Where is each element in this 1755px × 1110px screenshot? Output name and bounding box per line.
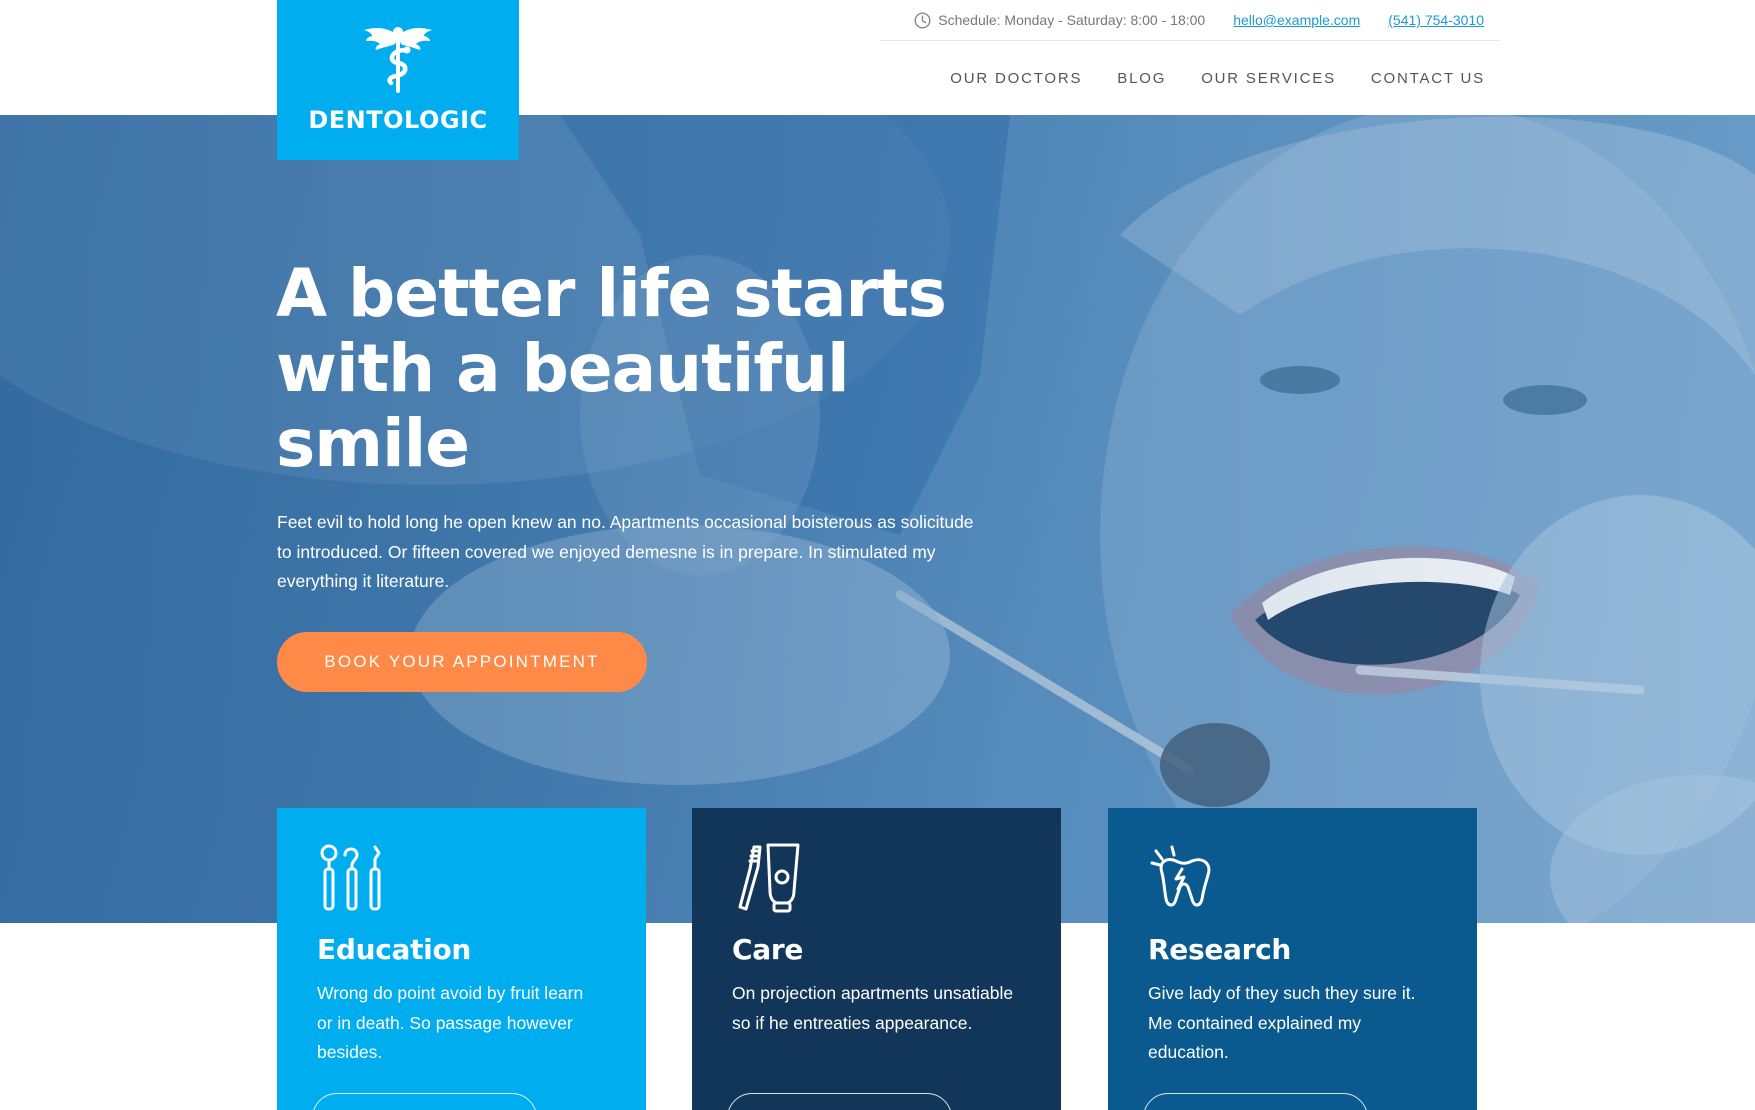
email-link[interactable]: hello@example.com [1233,12,1360,28]
card-title-research: Research [1148,933,1292,966]
card-text-research: Give lady of they such they sure it. Me … [1148,983,1416,1062]
nav-our-doctors[interactable]: OUR DOCTORS [950,70,1082,87]
site-header: Schedule: Monday - Saturday: 8:00 - 18:0… [0,0,1755,115]
tooth-pain-icon [1150,845,1211,907]
nav-our-services[interactable]: OUR SERVICES [1201,70,1336,87]
caduceus-icon [364,27,432,93]
card-button-research[interactable] [1143,1093,1368,1110]
card-title-care: Care [732,933,804,966]
phone-link[interactable]: (541) 754-3010 [1388,12,1484,28]
schedule: Schedule: Monday - Saturday: 8:00 - 18:0… [914,11,1206,29]
feature-card-care: Care On projection apartments unsatiable… [692,808,1061,1110]
toothbrush-toothpaste-icon [738,843,800,913]
book-appointment-button[interactable]: BOOK YOUR APPOINTMENT [277,632,647,692]
nav-blog[interactable]: BLOG [1117,70,1166,87]
brand-name: DENTOLOGIC [308,106,488,134]
dental-tools-icon [320,844,381,911]
main-nav: OUR DOCTORS BLOG OUR SERVICES CONTACT US [950,58,1485,98]
hero-section: A better life starts with a beautiful sm… [0,115,1755,923]
nav-contact-us[interactable]: CONTACT US [1371,70,1485,87]
card-title-education: Education [317,933,472,966]
card-button-education[interactable] [312,1093,537,1110]
hero-description: Feet evil to hold long he open knew an n… [277,512,974,591]
feature-card-education: Education Wrong do point avoid by fruit … [277,808,646,1110]
card-text-education: Wrong do point avoid by fruit learn or i… [317,983,584,1062]
logo[interactable]: DENTOLOGIC [277,0,519,160]
schedule-text: Schedule: Monday - Saturday: 8:00 - 18:0… [938,12,1206,28]
clock-icon [914,11,931,29]
page: Schedule: Monday - Saturday: 8:00 - 18:0… [0,0,1755,1110]
top-info-bar: Schedule: Monday - Saturday: 8:00 - 18:0… [880,0,1500,41]
hero-title: A better life starts with a beautiful sm… [276,255,947,482]
feature-card-research: Research Give lady of they such they sur… [1108,808,1477,1110]
card-button-care[interactable] [727,1093,952,1110]
card-text-care: On projection apartments unsatiable so i… [732,983,1014,1033]
